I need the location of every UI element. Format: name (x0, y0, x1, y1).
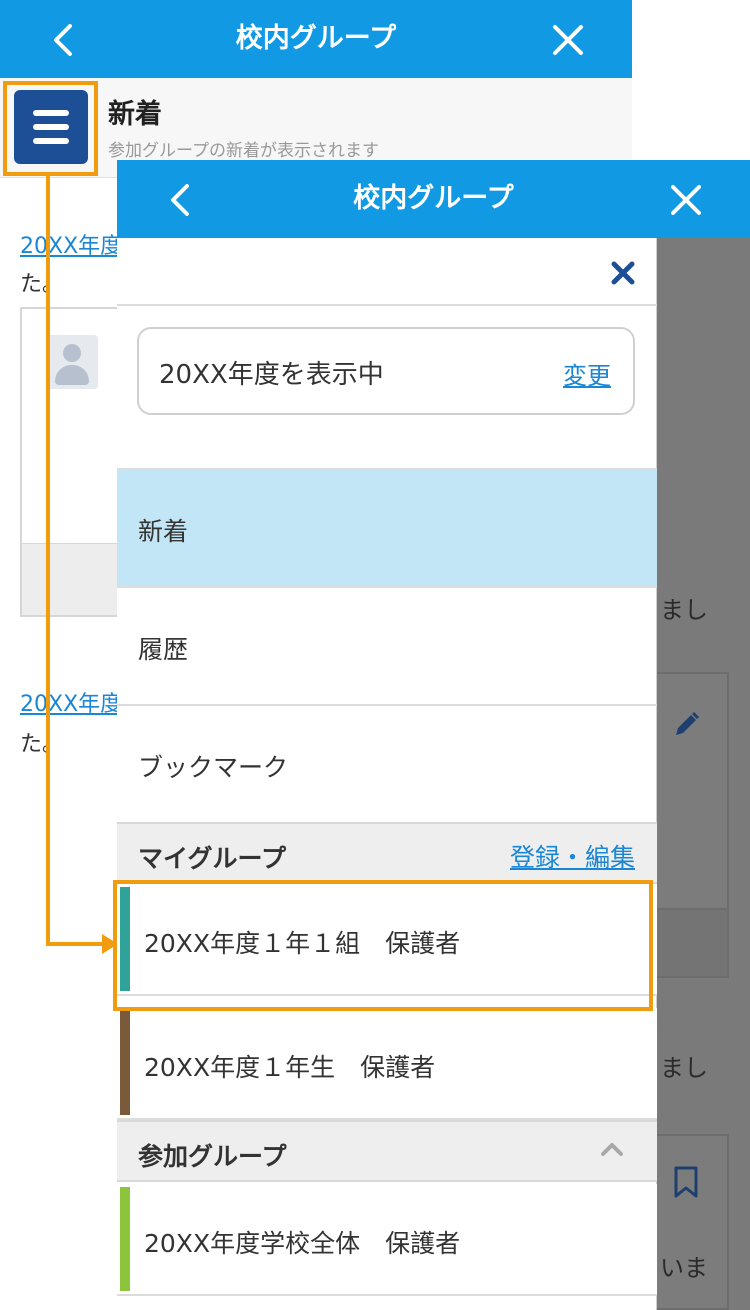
drawer-title: 校内グループ (353, 183, 514, 214)
drawer-top-bar: 校内グループ (117, 160, 750, 238)
drawer-screen: 校内グループ 20XX年度を表示中 変更 新着 履歴 ブックマーク マイグループ… (117, 160, 750, 1310)
my-groups-heading: マイグループ (138, 844, 287, 873)
group-item-highlight (113, 880, 653, 1011)
nav-item-label: 履歴 (138, 635, 189, 664)
close-icon[interactable] (548, 20, 588, 60)
nav-item-label: ブックマーク (138, 753, 289, 782)
year-selector: 20XX年度を表示中 変更 (137, 327, 635, 415)
my-groups-header: マイグループ 登録・編集 (117, 822, 657, 884)
drawer-close-icon[interactable] (608, 258, 638, 288)
section-subtitle: 参加グループの新着が表示されます (108, 141, 379, 161)
nav-item-new[interactable]: 新着 (117, 470, 657, 588)
connector-line (46, 176, 50, 946)
page-title: 校内グループ (235, 23, 397, 54)
user-icon (63, 344, 81, 362)
menu-button-highlight (3, 81, 98, 176)
post-text: た。 (20, 732, 65, 757)
group-color-stripe (120, 1187, 130, 1291)
chevron-up-icon[interactable] (600, 1141, 624, 1157)
change-year-link[interactable]: 変更 (563, 356, 611, 391)
group-label: 20XX年度１年生 保護者 (144, 1053, 436, 1082)
nav-item-bookmark[interactable]: ブックマーク (117, 706, 657, 824)
joined-groups-header[interactable]: 参加グループ (117, 1120, 657, 1182)
group-label: 20XX年度学校全体 保護者 (144, 1229, 461, 1258)
post-text: た。 (20, 272, 65, 297)
top-bar: 校内グループ (0, 0, 632, 78)
close-icon[interactable] (666, 180, 706, 220)
avatar (46, 335, 98, 389)
register-edit-link[interactable]: 登録・編集 (510, 838, 635, 874)
drawer-menu: 20XX年度を表示中 変更 新着 履歴 ブックマーク マイグループ 登録・編集 … (117, 238, 657, 1310)
connector-line (46, 942, 104, 946)
group-item[interactable]: 20XX年度１年生 保護者 (117, 1008, 657, 1120)
joined-groups-heading: 参加グループ (138, 1142, 287, 1171)
divider (117, 304, 657, 306)
section-title: 新着 (108, 99, 162, 130)
year-label: 20XX年度を表示中 (159, 360, 384, 390)
group-color-stripe (120, 1011, 130, 1115)
post-link[interactable]: 20XX年度 (20, 686, 122, 718)
nav-item-label: 新着 (138, 517, 189, 546)
post-link[interactable]: 20XX年度 (20, 228, 122, 260)
nav-item-history[interactable]: 履歴 (117, 588, 657, 706)
group-item[interactable]: 20XX年度学校全体 保護者 (117, 1184, 657, 1296)
